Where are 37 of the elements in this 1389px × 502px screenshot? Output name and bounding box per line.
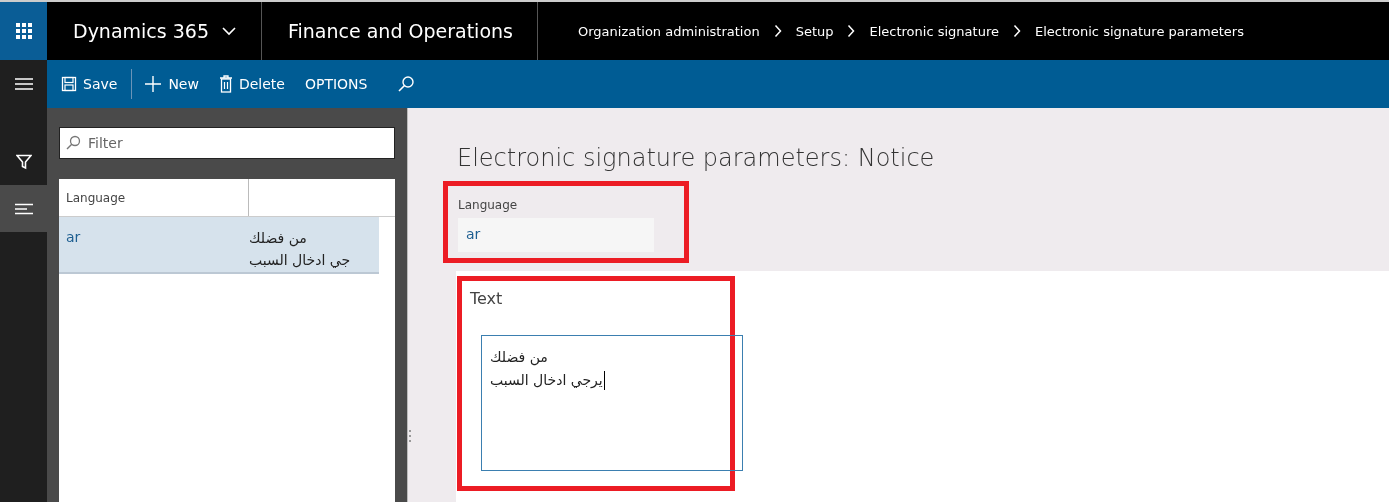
filter-field[interactable]: Filter <box>59 127 395 159</box>
language-field[interactable]: ar <box>458 218 654 252</box>
table-cell-text: ar <box>65 228 82 247</box>
field-label: Language <box>458 197 519 212</box>
search-icon <box>65 135 81 151</box>
grid-icon <box>15 23 32 39</box>
page-title: Electronic signature parameters: Notice <box>456 143 936 172</box>
breadcrumb-link[interactable]: Organization administration <box>577 23 760 39</box>
text-line: يرجي ادخال السبب <box>490 371 603 390</box>
save-button[interactable]: Save <box>53 67 126 101</box>
breadcrumb-link[interactable]: Electronic signature <box>869 23 999 39</box>
text-area[interactable]: من فضلك يرجي ادخال السبب <box>481 335 743 471</box>
save-icon <box>61 76 77 92</box>
field-label: Text <box>470 289 504 308</box>
table-cell-text: من فضلك <box>249 229 307 249</box>
menu-button[interactable] <box>0 60 47 108</box>
delete-button[interactable]: Delete <box>210 67 293 101</box>
list-button[interactable] <box>0 185 47 232</box>
new-button[interactable]: New <box>136 67 207 101</box>
breadcrumb-link[interactable]: Electronic signature parameters <box>1034 23 1244 39</box>
options-tab[interactable]: OPTIONS <box>296 67 376 101</box>
plus-icon <box>144 75 163 93</box>
menu-icon <box>14 77 33 91</box>
table-cell-text: جي ادخال السبب <box>249 251 351 270</box>
column-header[interactable]: Language <box>59 179 249 216</box>
search-icon <box>397 75 416 93</box>
trash-icon <box>218 75 233 93</box>
breadcrumb-link[interactable]: Setup <box>795 23 834 39</box>
funnel-icon <box>15 153 32 170</box>
text-cursor <box>603 371 605 390</box>
chevron-down-icon <box>221 26 237 36</box>
chevron-right-icon <box>1012 24 1021 38</box>
chevron-right-icon <box>773 24 782 38</box>
chevron-right-icon <box>847 24 856 38</box>
text-line: من فضلك <box>490 348 548 368</box>
app-launcher-button[interactable] <box>0 2 47 60</box>
list-icon <box>14 202 33 215</box>
